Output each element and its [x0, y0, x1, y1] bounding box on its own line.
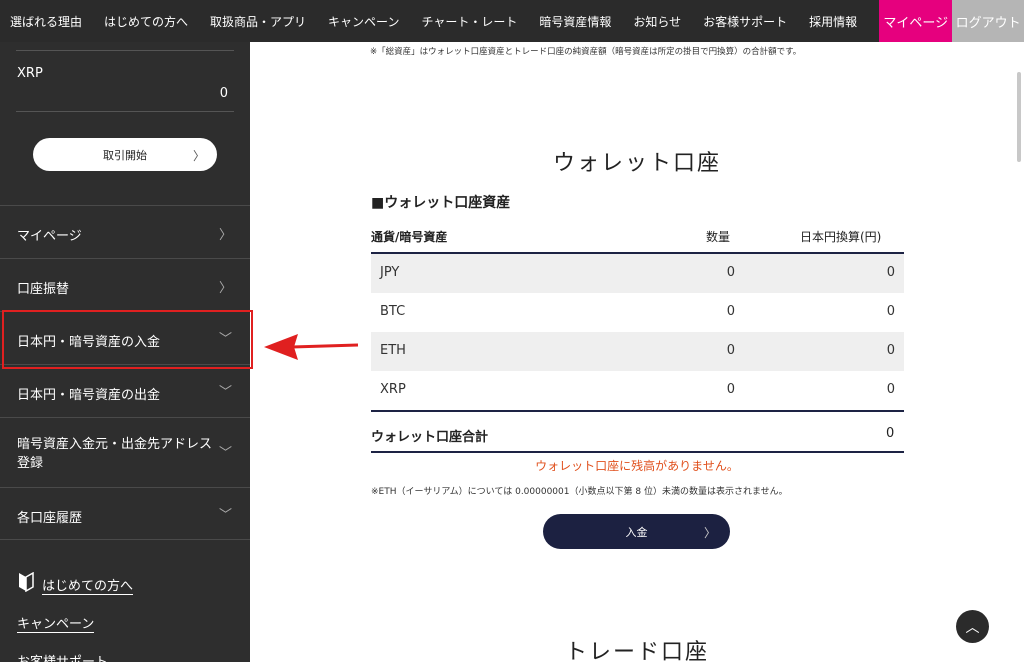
table-row: XRP 0 0 [371, 371, 904, 410]
trade-start-label: 取引開始 [103, 148, 147, 162]
sidebar-item-history[interactable]: 各口座履歴 ﹀ [0, 487, 250, 540]
table-row: ETH 0 0 [371, 332, 904, 371]
chevron-right-icon: 〉 [703, 526, 716, 540]
nav-item-chart[interactable]: チャート・レート [421, 13, 517, 30]
chevron-right-icon: 〉 [192, 149, 205, 163]
link-campaign[interactable]: キャンペーン [17, 613, 95, 633]
cell-currency: ETH [380, 343, 406, 358]
cell-jpy: 0 [886, 343, 895, 358]
sidebar: XRP 0 取引開始 〉 マイページ 〉 口座振替 〉 日本円・暗号資産の入金 … [0, 42, 253, 671]
sidebar-item-withdraw[interactable]: 日本円・暗号資産の出金 ﹀ [0, 364, 250, 417]
chevron-up-icon: ︿ [965, 619, 980, 636]
scrollbar[interactable] [1017, 72, 1021, 162]
sidebar-item-label: 各口座履歴 [17, 511, 83, 526]
cell-currency: BTC [380, 304, 406, 319]
chevron-right-icon: 〉 [218, 281, 232, 296]
header-jpy: 日本円換算(円) [800, 230, 882, 244]
nav-item-campaign[interactable]: キャンペーン [328, 13, 399, 30]
main-content: ※「総資産」はウォレット口座資産とトレード口座の純資産額（暗号資産は所定の掛目で… [250, 42, 1024, 665]
mypage-button[interactable]: マイページ [879, 0, 953, 42]
divider [16, 50, 234, 51]
table-row: BTC 0 0 [371, 293, 904, 332]
cell-currency: XRP [380, 382, 406, 397]
header-quantity: 数量 [706, 230, 731, 244]
deposit-label: 入金 [625, 525, 648, 539]
divider [371, 410, 904, 412]
chevron-right-icon: 〉 [218, 228, 232, 243]
table-row: JPY 0 0 [371, 254, 904, 293]
cell-currency: JPY [380, 265, 400, 280]
cell-jpy: 0 [886, 382, 895, 397]
deposit-button[interactable]: 入金 〉 [543, 514, 730, 549]
wallet-assets-subtitle: ■ウォレット口座資産 [371, 195, 511, 211]
cell-quantity: 0 [726, 343, 735, 358]
wallet-total-label: ウォレット口座合計 [371, 430, 489, 445]
top-navigation: 選ばれる理由 はじめての方へ 取扱商品・アプリ キャンペーン チャート・レート … [0, 0, 1024, 42]
nav-item-products[interactable]: 取扱商品・アプリ [210, 13, 306, 30]
sidebar-item-address-registration[interactable]: 暗号資産入金元・出金先アドレス登録 ﹀ [0, 417, 250, 487]
nav-item-reasons[interactable]: 選ばれる理由 [10, 13, 82, 30]
header-currency: 通貨/暗号資産 [371, 230, 448, 244]
link-beginners[interactable]: はじめての方へ [42, 575, 134, 595]
divider [16, 111, 234, 112]
trade-start-button[interactable]: 取引開始 〉 [33, 138, 217, 171]
total-assets-note: ※「総資産」はウォレット口座資産とトレード口座の純資産額（暗号資産は所定の掛目で… [370, 47, 802, 57]
nav-item-beginners[interactable]: はじめての方へ [104, 13, 188, 30]
nav-items: 選ばれる理由 はじめての方へ 取扱商品・アプリ キャンペーン チャート・レート … [0, 0, 879, 42]
beginner-mark-icon [19, 572, 34, 592]
eth-note: ※ETH（イーサリアム）については 0.00000001（小数点以下第 8 位）… [371, 487, 788, 497]
sidebar-item-label: マイページ [17, 229, 82, 244]
coin-name: XRP [17, 66, 43, 81]
trade-section-title: トレード口座 [564, 640, 709, 665]
chevron-down-icon: ﹀ [218, 446, 232, 461]
cell-quantity: 0 [726, 304, 735, 319]
sidebar-item-label: 口座振替 [17, 282, 70, 297]
nav-item-support[interactable]: お客様サポート [703, 13, 787, 30]
sidebar-item-label: 暗号資産入金元・出金先アドレス登録 [17, 437, 213, 471]
cell-jpy: 0 [886, 265, 895, 280]
scroll-to-top-button[interactable]: ︿ [956, 610, 989, 643]
link-support[interactable]: お客様サポート [17, 651, 109, 671]
sidebar-item-label: 日本円・暗号資産の出金 [17, 388, 161, 403]
divider [371, 451, 904, 453]
highlight-box [2, 310, 253, 369]
chevron-down-icon: ﹀ [218, 385, 232, 400]
nav-item-news[interactable]: お知らせ [633, 13, 681, 30]
no-balance-warning: ウォレット口座に残高がありません。 [535, 459, 739, 473]
coin-value: 0 [219, 86, 228, 101]
nav-item-crypto-info[interactable]: 暗号資産情報 [539, 13, 611, 30]
wallet-section-title: ウォレット口座 [552, 151, 721, 176]
cell-jpy: 0 [886, 304, 895, 319]
sidebar-item-mypage[interactable]: マイページ 〉 [0, 205, 250, 258]
chevron-down-icon: ﹀ [218, 508, 232, 523]
cell-quantity: 0 [726, 265, 735, 280]
logout-button[interactable]: ログアウト [952, 0, 1024, 42]
nav-item-recruit[interactable]: 採用情報 [809, 13, 857, 30]
sidebar-item-transfer[interactable]: 口座振替 〉 [0, 258, 250, 311]
cell-quantity: 0 [726, 382, 735, 397]
wallet-total-value: 0 [886, 426, 895, 441]
